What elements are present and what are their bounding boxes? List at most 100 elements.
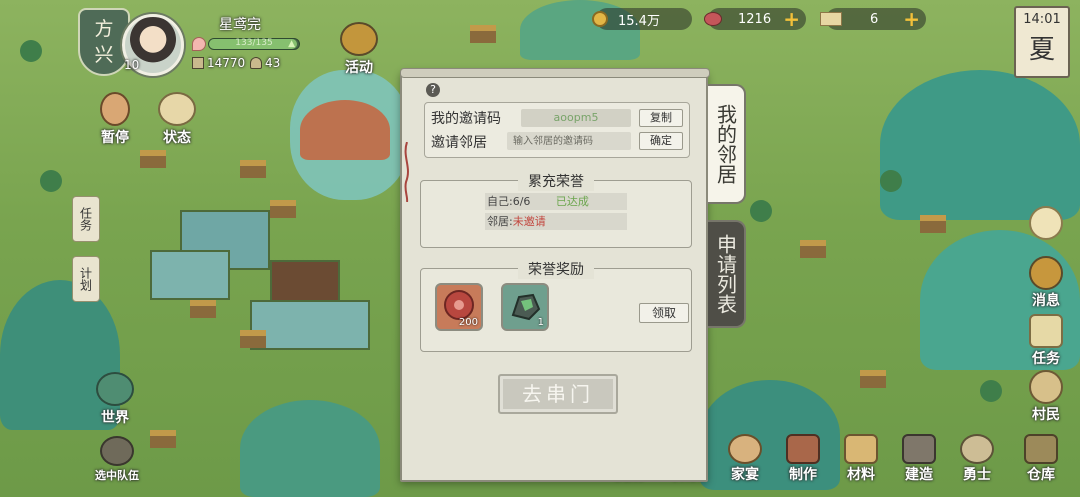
bowl-icon (728, 434, 762, 464)
reward-section: 荣誉奖励 200 1 领取 (420, 259, 692, 352)
building[interactable] (150, 430, 176, 448)
building[interactable] (240, 330, 266, 348)
season-display: 夏 (1028, 35, 1055, 65)
tree (980, 380, 1002, 402)
building[interactable] (470, 25, 496, 43)
coin-icon (592, 11, 608, 27)
world-label: 世界 (101, 410, 129, 426)
neighbor-code-input[interactable] (507, 132, 631, 150)
tab-application-list[interactable]: 申请列表 (708, 220, 746, 328)
craft-icon (786, 434, 820, 464)
select-team-label: 选中队伍 (95, 469, 139, 482)
my-invite-code: aoopm5 (521, 109, 631, 127)
tree (750, 200, 772, 222)
craft-button[interactable]: 制作 (776, 434, 830, 484)
tab-task[interactable]: 任务 (72, 196, 100, 242)
mountain (240, 400, 380, 497)
neighbor-progress: 邻居:未邀请 (485, 213, 627, 230)
confirm-button[interactable]: 确定 (639, 132, 683, 150)
meat-icon (704, 12, 722, 26)
reward-item[interactable]: 1 (501, 283, 549, 331)
copy-button[interactable]: 复制 (639, 109, 683, 127)
task-label: 任务 (1032, 351, 1060, 367)
message-button[interactable]: 消息 (1018, 256, 1074, 310)
villager-button[interactable]: 村民 (1018, 370, 1074, 424)
reward-item[interactable]: 200 (435, 283, 483, 331)
tree (20, 40, 42, 62)
ticket-resource: 6 + (820, 8, 926, 30)
coin-stat: 14770 (192, 55, 245, 71)
message-label: 消息 (1032, 293, 1060, 309)
warehouse-button[interactable]: 仓库 (1014, 434, 1068, 484)
scroll-icon (1029, 314, 1063, 348)
planks-icon (844, 434, 878, 464)
reward-count: 200 (458, 317, 478, 328)
status-button[interactable]: 状态 (146, 92, 208, 147)
ticket-icon (820, 12, 842, 26)
add-meat-button[interactable]: + (783, 9, 800, 29)
status-label: 状态 (163, 130, 191, 146)
player-level: 10 (124, 58, 140, 72)
feast-label: 家宴 (731, 467, 759, 483)
ticket-value: 6 (870, 11, 879, 27)
pause-button[interactable]: 暂停 (84, 92, 146, 147)
meat-resource: 1216 + (704, 8, 806, 30)
neighbor-dialog: ? 我的邀请码 aoopm5 复制 邀请邻居 确定 累充荣誉 自己:6/6 已达… (400, 68, 710, 482)
build-button[interactable]: 建造 (892, 434, 946, 484)
level-up-arrow-icon: ▲ (288, 39, 295, 49)
quick-menu-button[interactable] (1018, 206, 1074, 240)
rice-paddy (250, 300, 370, 350)
money-value: 15.4万 (618, 13, 660, 29)
status-icon (158, 92, 196, 126)
warehouse-label: 仓库 (1027, 467, 1055, 483)
materials-button[interactable]: 材料 (834, 434, 888, 484)
warrior-button[interactable]: 勇士 (950, 434, 1004, 484)
building[interactable] (920, 215, 946, 233)
building[interactable] (140, 150, 166, 168)
claim-button[interactable]: 领取 (639, 303, 689, 323)
building[interactable] (240, 160, 266, 178)
player-name: 星鸢完 (219, 17, 261, 33)
add-ticket-button[interactable]: + (903, 9, 920, 29)
time-season-panel[interactable]: 14:01 夏 (1014, 6, 1070, 78)
villager-icon (250, 57, 262, 69)
money-bag-icon (192, 57, 204, 69)
world-button[interactable]: 世界 (84, 372, 146, 427)
select-team-button[interactable]: 选中队伍 (86, 436, 148, 483)
materials-label: 材料 (847, 467, 875, 483)
help-icon[interactable]: ? (426, 83, 440, 97)
exp-bar: 133/135 ▲ (208, 38, 300, 50)
build-label: 建造 (905, 467, 933, 483)
my-code-label: 我的邀请码 (431, 111, 501, 127)
invite-neighbor-label: 邀请邻居 (431, 135, 487, 151)
task-button[interactable]: 任务 (1018, 314, 1074, 368)
neighbor-status: 未邀请 (512, 215, 546, 228)
bell-icon (1029, 256, 1063, 290)
warehouse-icon (1024, 434, 1058, 464)
feast-button[interactable]: 家宴 (718, 434, 772, 484)
warrior-hat-icon (960, 434, 994, 464)
villager-stat-value: 43 (265, 56, 281, 70)
self-progress-label: 自己:6/6 (487, 195, 531, 208)
neighbor-progress-label: 邻居: (487, 215, 513, 228)
reward-count: 1 (537, 317, 544, 328)
building[interactable] (860, 370, 886, 388)
self-progress: 自己:6/6 已达成 (485, 193, 627, 210)
team-icon (100, 436, 134, 466)
tab-my-neighbors[interactable]: 我的邻居 (708, 84, 746, 204)
tree (880, 170, 902, 192)
reward-title: 荣誉奖励 (518, 259, 594, 279)
villager-hat-icon (1029, 370, 1063, 404)
lantern-icon (340, 22, 378, 56)
tab-plan[interactable]: 计划 (72, 256, 100, 302)
building[interactable] (270, 200, 296, 218)
invite-code-section: 我的邀请码 aoopm5 复制 邀请邻居 确定 (424, 102, 690, 158)
money-resource: 15.4万 (592, 8, 692, 30)
activity-label: 活动 (345, 60, 373, 76)
building[interactable] (800, 240, 826, 258)
coin-stat-value: 14770 (207, 56, 246, 70)
red-rope-decoration (404, 142, 409, 202)
visit-neighbor-button[interactable]: 去串门 (498, 374, 618, 414)
activity-button[interactable]: 活动 (328, 22, 390, 77)
building[interactable] (190, 300, 216, 318)
